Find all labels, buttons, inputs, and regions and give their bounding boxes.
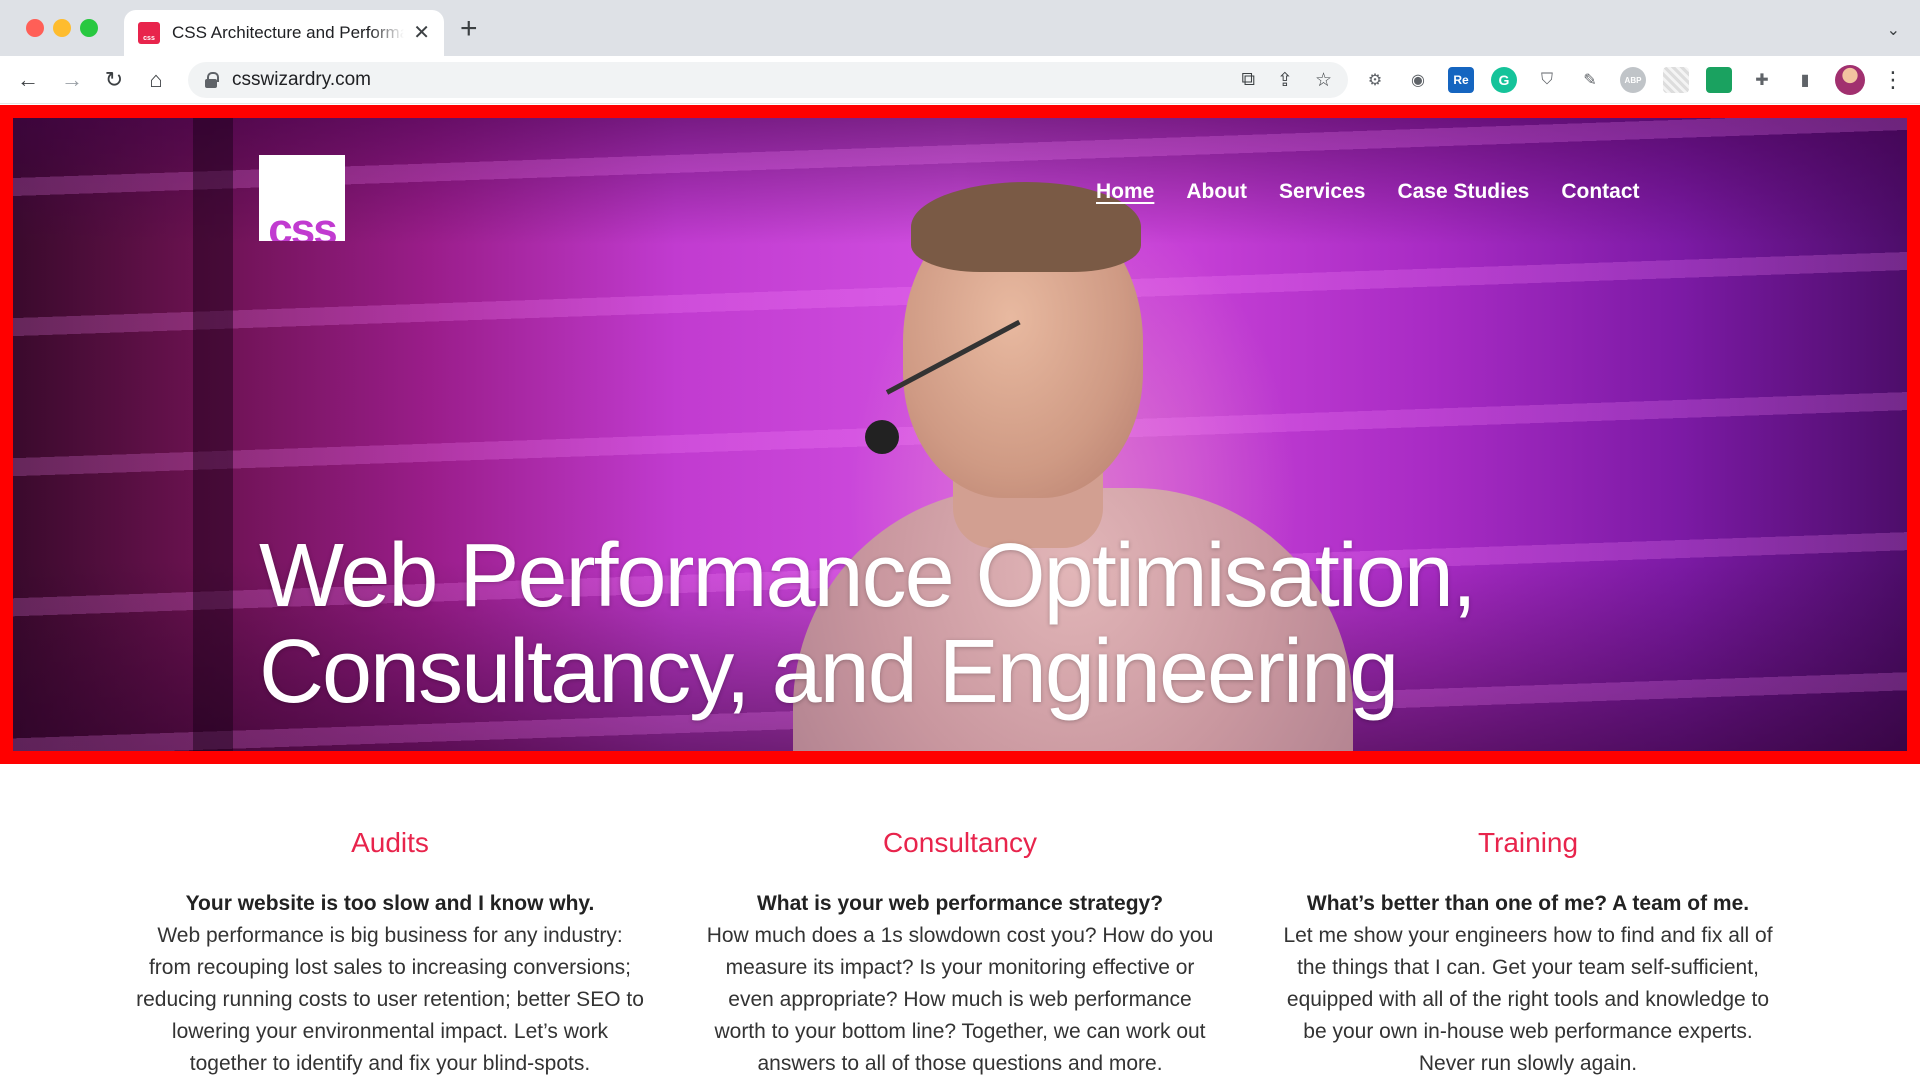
readly-extension-icon[interactable]: Re xyxy=(1448,67,1474,93)
back-arrow-icon[interactable]: ← xyxy=(14,66,42,94)
logo-text: css xyxy=(268,205,337,241)
adblock-extension-icon[interactable]: ABP xyxy=(1620,67,1646,93)
url-text[interactable]: csswizardry.com xyxy=(232,69,371,91)
service-lead: What is your web performance strategy? xyxy=(756,892,1164,915)
nav-case-studies-link[interactable]: Case Studies xyxy=(1397,180,1529,204)
hero-title: Web Performance Optimisation, Consultanc… xyxy=(259,528,1559,720)
home-icon[interactable]: ⌂ xyxy=(142,66,170,94)
extensions-bar: ⚙ ◉ Re G ⛉ ✎ ABP ✚ ▮ ⋮ xyxy=(1362,65,1904,95)
window-minimize-button[interactable] xyxy=(53,19,71,37)
nav-contact-link[interactable]: Contact xyxy=(1561,180,1639,204)
service-description: Web performance is big business for any … xyxy=(136,924,644,1075)
browser-toolbar: ← → ↻ ⌂ csswizardry.com ⧉ ⇪ ☆ ⚙ ◉ Re G ⛉… xyxy=(0,56,1920,104)
browser-tab-active[interactable]: css CSS Architecture and Performance ✕ xyxy=(124,10,444,56)
main-navigation: Home About Services Case Studies Contact xyxy=(1096,180,1640,204)
headset-microphone xyxy=(865,420,899,454)
shield-icon[interactable]: ⛉ xyxy=(1534,67,1560,93)
service-title: Training xyxy=(1477,827,1579,858)
side-panel-icon[interactable]: ▮ xyxy=(1792,67,1818,93)
tab-title: CSS Architecture and Performance xyxy=(172,23,404,42)
window-close-button[interactable] xyxy=(26,19,44,37)
bookmark-star-icon[interactable]: ☆ xyxy=(1315,69,1332,92)
service-title: Audits xyxy=(351,827,429,858)
nav-about-link[interactable]: About xyxy=(1186,180,1247,204)
service-description: How much does a 1s slowdown cost you? Ho… xyxy=(706,924,1214,1075)
green-square-extension-icon[interactable] xyxy=(1706,67,1732,93)
hero-title-line-2: Consultancy, and Engineering xyxy=(259,622,1399,722)
nav-services-link[interactable]: Services xyxy=(1279,180,1365,204)
window-zoom-button[interactable] xyxy=(80,19,98,37)
camera-icon[interactable]: ◉ xyxy=(1405,67,1431,93)
browser-tab-strip: css CSS Architecture and Performance ✕ +… xyxy=(0,0,1920,56)
services-section: Audits Your website is too slow and I kn… xyxy=(0,764,1920,1080)
settings-gear-icon[interactable]: ⚙ xyxy=(1362,67,1388,93)
new-tab-icon[interactable]: + xyxy=(460,14,478,44)
service-title: Consultancy xyxy=(882,827,1038,858)
service-card-training: Training What’s better than one of me? A… xyxy=(1273,826,1783,1080)
site-favicon-icon: css xyxy=(138,22,160,44)
service-card-audits: Audits Your website is too slow and I kn… xyxy=(135,826,645,1080)
hero-highlight-frame: css Home About Services Case Studies Con… xyxy=(0,105,1920,764)
profile-avatar[interactable] xyxy=(1835,65,1865,95)
pin-icon[interactable]: ✎ xyxy=(1577,67,1603,93)
reload-icon[interactable]: ↻ xyxy=(100,66,128,94)
site-logo[interactable]: css xyxy=(259,155,345,241)
hero-section: css Home About Services Case Studies Con… xyxy=(13,118,1907,751)
forward-arrow-icon[interactable]: → xyxy=(58,66,86,94)
tab-search-chevron-icon[interactable]: ⌄ xyxy=(1887,20,1900,40)
service-description: Let me show your engineers how to find a… xyxy=(1283,924,1773,1075)
grammarly-extension-icon[interactable]: G xyxy=(1491,67,1517,93)
nav-home-link[interactable]: Home xyxy=(1096,180,1154,204)
hero-title-line-1: Web Performance Optimisation, xyxy=(259,526,1477,626)
share-icon[interactable]: ⇪ xyxy=(1277,69,1293,92)
external-link-icon[interactable]: ⧉ xyxy=(1241,69,1255,92)
address-bar[interactable]: csswizardry.com ⧉ ⇪ ☆ xyxy=(188,62,1348,98)
service-lead: What’s better than one of me? A team of … xyxy=(1306,892,1750,915)
service-lead: Your website is too slow and I know why. xyxy=(185,892,595,915)
kebab-menu-icon[interactable]: ⋮ xyxy=(1882,67,1904,93)
tab-close-icon[interactable]: ✕ xyxy=(413,23,430,43)
service-card-consultancy: Consultancy What is your web performance… xyxy=(705,826,1215,1080)
lock-icon[interactable] xyxy=(204,72,219,88)
pattern-extension-icon[interactable] xyxy=(1663,67,1689,93)
puzzle-extensions-icon[interactable]: ✚ xyxy=(1749,67,1775,93)
